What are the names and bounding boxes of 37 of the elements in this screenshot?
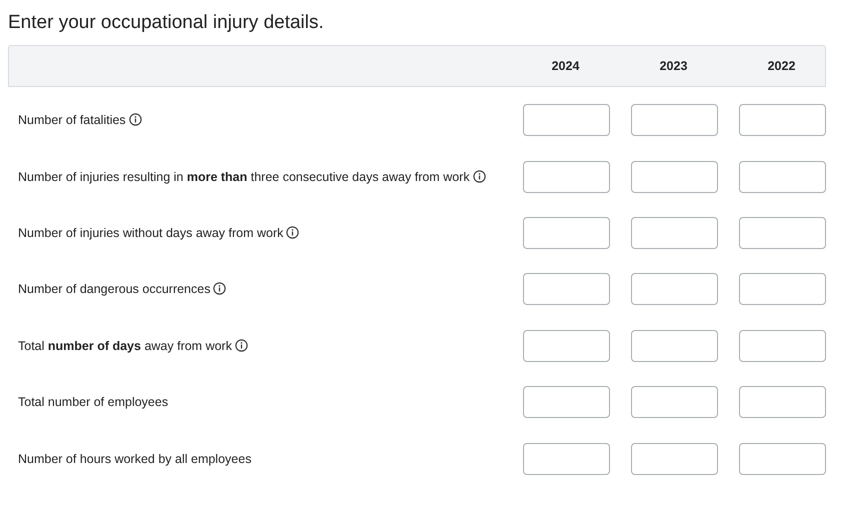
field-label: Number of injuries without days away from work [18, 226, 284, 240]
column-header: 2024 [550, 59, 580, 73]
column-header: 2023 [658, 59, 688, 73]
form-heading: Enter your occupational injury details. [7, 11, 325, 35]
input-field[interactable] [739, 273, 826, 306]
input-field[interactable] [631, 386, 718, 418]
input-field[interactable] [523, 216, 610, 249]
column-header: 2022 [766, 59, 796, 73]
info-icon[interactable] [213, 282, 226, 296]
input-field[interactable] [739, 386, 826, 418]
field-label: Total number of days away from work [18, 338, 232, 353]
input-field[interactable] [739, 104, 826, 136]
input-field[interactable] [523, 442, 610, 475]
input-field[interactable] [631, 160, 718, 193]
input-field[interactable] [523, 386, 610, 418]
input-field[interactable] [631, 216, 718, 249]
input-field[interactable] [631, 442, 718, 475]
input-field[interactable] [739, 442, 826, 475]
input-field[interactable] [631, 104, 718, 136]
field-label: Number of hours worked by all employees [18, 452, 252, 466]
info-icon[interactable] [286, 226, 300, 239]
input-field[interactable] [739, 330, 826, 362]
info-icon[interactable] [128, 113, 142, 126]
field-label: Total number of employees [18, 395, 168, 410]
info-icon[interactable] [234, 338, 248, 352]
input-field[interactable] [739, 216, 826, 249]
field-label: Number of fatalities [18, 113, 126, 128]
input-field[interactable] [523, 273, 610, 306]
input-field[interactable] [739, 160, 826, 193]
input-field[interactable] [631, 330, 718, 362]
input-field[interactable] [631, 273, 718, 306]
input-field[interactable] [523, 160, 610, 193]
input-field[interactable] [523, 330, 610, 362]
info-icon[interactable] [472, 170, 486, 183]
input-field[interactable] [523, 104, 610, 136]
field-label: Number of injuries resulting in more than three consecutive days away from work [18, 170, 470, 184]
field-label: Number of dangerous occurrences [18, 282, 210, 296]
